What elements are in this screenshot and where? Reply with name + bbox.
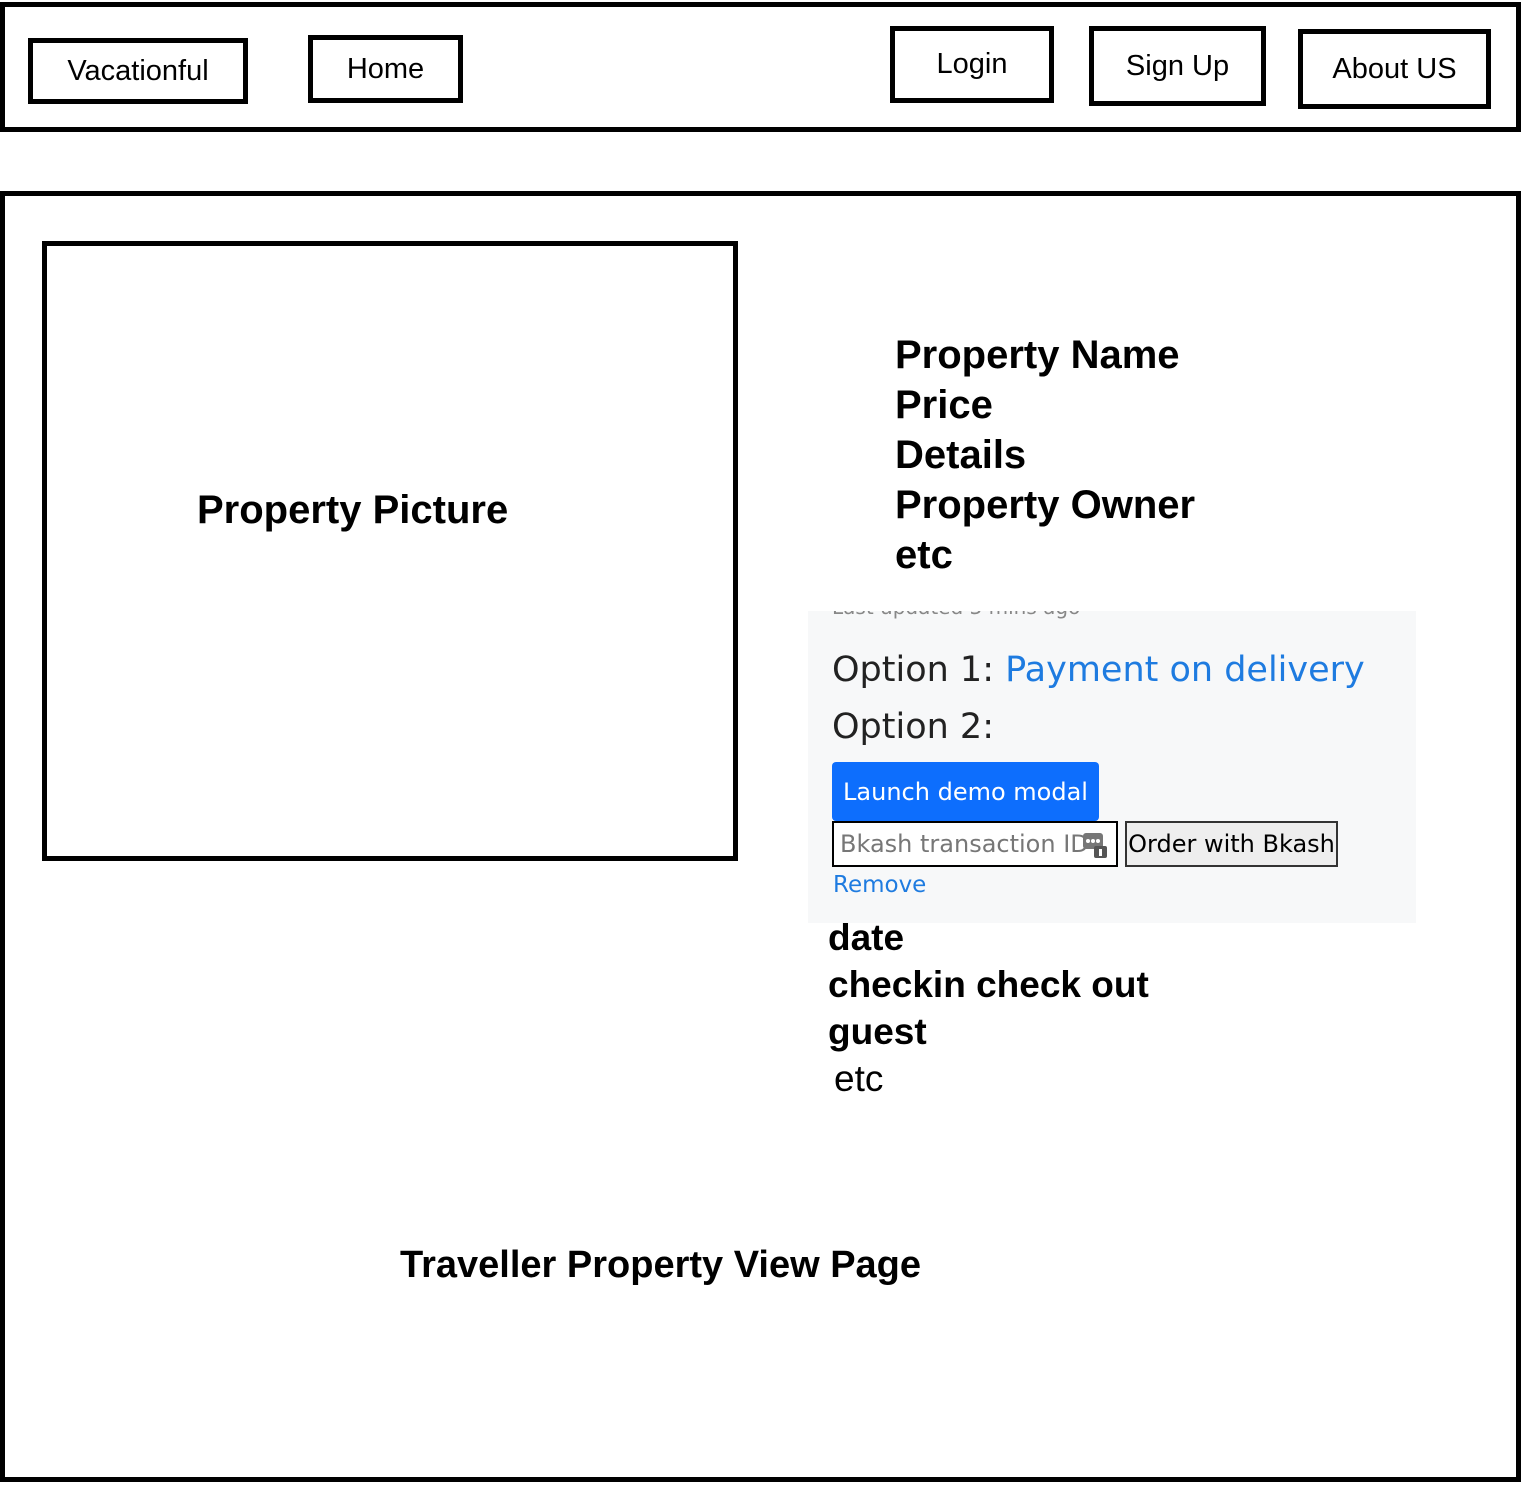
brand-button[interactable]: Vacationful	[28, 38, 248, 104]
last-updated-text: Last updated 3 mins ago	[832, 611, 1080, 619]
bkash-transaction-input[interactable]: Bkash transaction ID	[832, 821, 1118, 867]
booking-checkin-checkout: checkin check out	[828, 964, 1149, 1005]
property-picture-label: Property Picture	[197, 488, 509, 532]
booking-info: date checkin check out guest etc	[828, 914, 1149, 1102]
payment-on-delivery-link[interactable]: Payment on delivery	[1005, 650, 1365, 690]
booking-etc: etc	[834, 1058, 884, 1099]
property-etc: etc	[895, 533, 953, 577]
home-button[interactable]: Home	[308, 35, 463, 103]
about-label: About US	[1332, 52, 1457, 85]
option-1: Option 1: Payment on delivery	[832, 650, 1365, 690]
about-button[interactable]: About US	[1298, 29, 1491, 109]
signup-label: Sign Up	[1125, 49, 1230, 82]
property-details: Details	[895, 433, 1027, 477]
property-picture	[42, 241, 738, 861]
remove-link[interactable]: Remove	[833, 872, 926, 898]
launch-demo-modal-button[interactable]: Launch demo modal	[832, 762, 1099, 821]
brand-label: Vacationful	[67, 54, 209, 87]
login-button[interactable]: Login	[890, 26, 1054, 103]
password-manager-icon[interactable]	[1082, 831, 1108, 859]
property-name: Property Name	[895, 333, 1180, 377]
property-owner: Property Owner	[895, 483, 1196, 527]
order-with-bkash-button[interactable]: Order with Bkash	[1125, 821, 1338, 867]
option-2: Option 2:	[832, 707, 994, 747]
booking-guest: guest	[828, 1011, 927, 1052]
property-info: Property Name Price Details Property Own…	[895, 330, 1195, 580]
login-label: Login	[936, 48, 1008, 80]
property-price: Price	[895, 383, 993, 427]
signup-button[interactable]: Sign Up	[1089, 26, 1266, 106]
booking-date: date	[828, 917, 905, 958]
bkash-transaction-placeholder: Bkash transaction ID	[840, 830, 1089, 858]
option-1-prefix: Option 1:	[832, 650, 1006, 690]
page-caption: Traveller Property View Page	[400, 1244, 922, 1286]
home-label: Home	[346, 52, 425, 85]
